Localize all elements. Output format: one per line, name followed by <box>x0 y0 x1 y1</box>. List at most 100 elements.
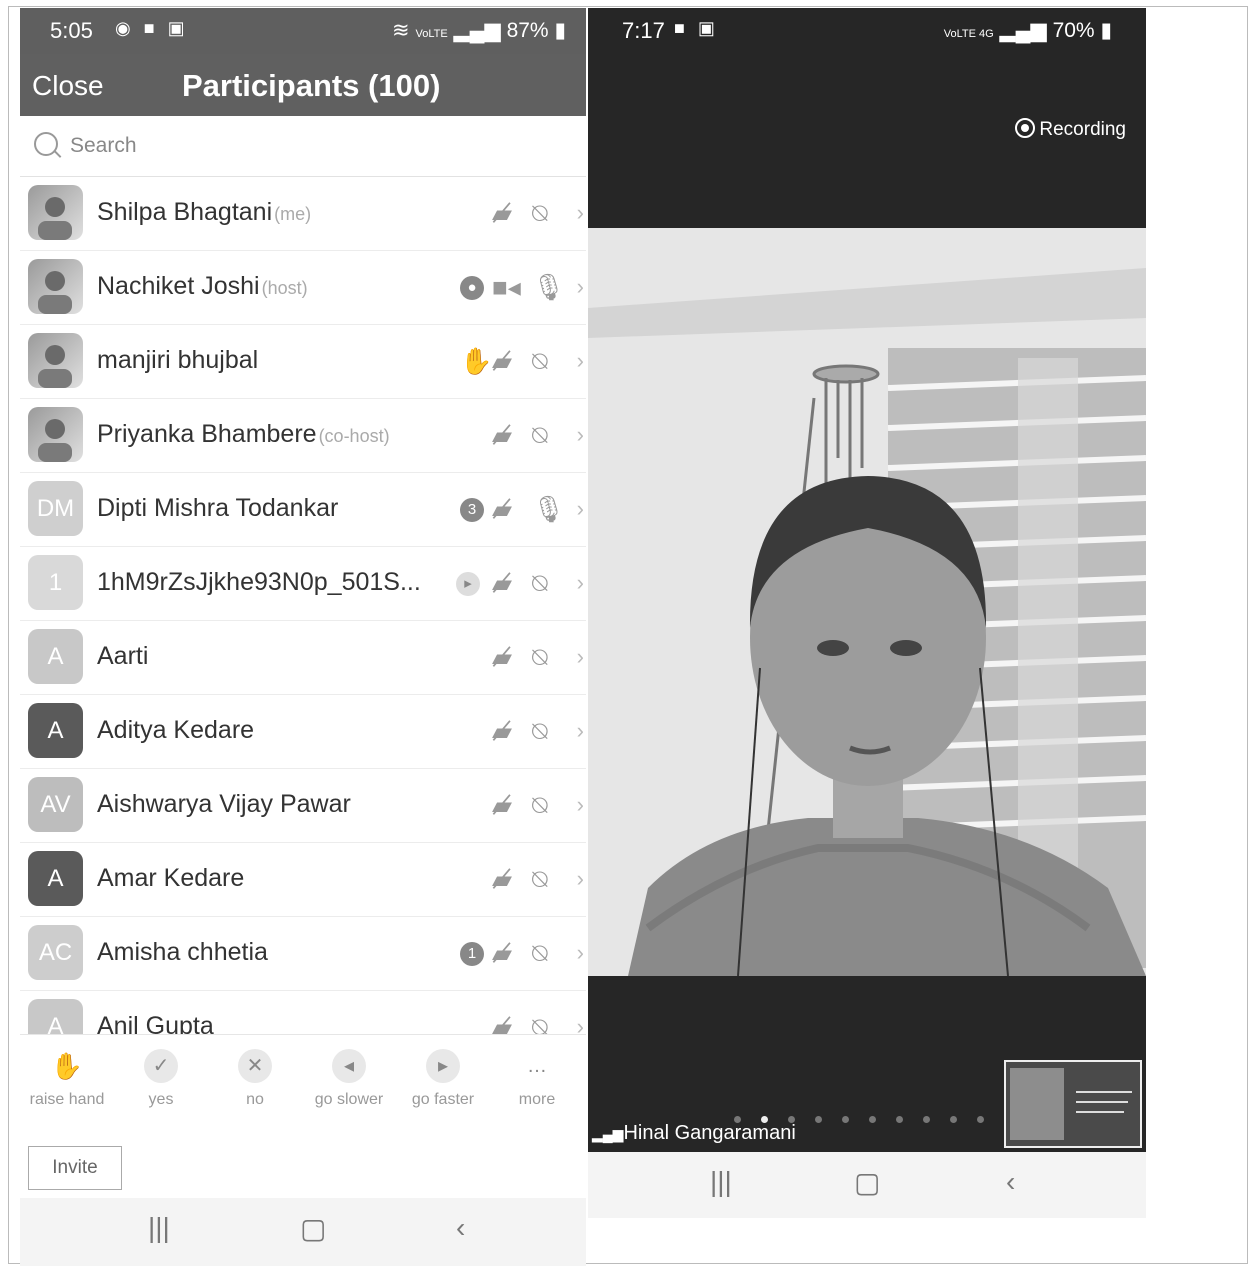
network-indicator: VoLTE 4G <box>943 28 994 40</box>
video-top-bar: 7:17 ■ ▣ VoLTE 4G ▂▄▆ 70% ▮ Recording <box>588 8 1146 228</box>
status-bar: 5:05 ◉ ■ ▣ ≋ VoLTE ▂▄▆ 87% ▮ <box>20 8 586 54</box>
participant-row[interactable]: Priyanka Bhambere (co-host) ▰̸ ⍉ › <box>20 398 586 473</box>
participant-row[interactable]: Shilpa Bhagtani (me) ▰̸ ⍉ › <box>20 176 586 251</box>
signal-icon: ▂▄▆ <box>999 19 1047 42</box>
battery-percent: 70% <box>1052 19 1095 42</box>
recording-icon: ● <box>460 276 484 300</box>
participant-row[interactable]: A Aditya Kedare ▰̸ ⍉ › <box>20 694 586 769</box>
notification-icons: ■ ▣ <box>674 18 719 38</box>
participant-row[interactable]: AC Amisha chhetia 1 ▰̸ ⍉ › <box>20 916 586 991</box>
notification-icons: ◉ ■ ▣ <box>115 18 189 38</box>
participant-name: Aarti <box>97 642 149 670</box>
back-icon[interactable]: ‹ <box>456 1212 465 1244</box>
page-dot[interactable] <box>977 1116 984 1123</box>
recording-icon <box>1015 118 1036 138</box>
mic-muted-icon: ⍉ <box>532 1012 548 1034</box>
video-off-icon: ▰̸ <box>492 864 512 894</box>
participant-row[interactable]: Nachiket Joshi (host) ● ■◂ 🎙︎ › <box>20 250 586 325</box>
participant-row[interactable]: 1 1hM9rZsJjkhe93N0p_501S... ▸ ▰̸ ⍉ › <box>20 546 586 621</box>
participant-list: Shilpa Bhagtani (me) ▰̸ ⍉ › Nachiket Joshi (ho… <box>20 176 586 1034</box>
participant-row[interactable]: manjiri bhujbal ✋ ▰̸ ⍉ › <box>20 324 586 399</box>
fast-forward-icon: ▸ <box>426 1049 460 1083</box>
back-icon[interactable]: ‹ <box>1006 1166 1015 1198</box>
invite-button[interactable]: Invite <box>28 1146 122 1190</box>
video-off-icon: ▰̸ <box>492 198 512 228</box>
video-off-icon: ▰̸ <box>492 346 512 376</box>
home-icon[interactable]: ▢ <box>300 1212 326 1245</box>
video-off-icon: ▰̸ <box>492 494 512 524</box>
toolbar-label: go slower <box>314 1091 384 1108</box>
recent-apps-icon[interactable]: ||| <box>148 1212 170 1244</box>
participant-name: Dipti Mishra Todankar <box>97 494 339 522</box>
page-dot[interactable] <box>869 1116 876 1123</box>
participant-name-wrap: Amisha chhetia <box>97 938 268 967</box>
participant-name: 1hM9rZsJjkhe93N0p_501S... <box>97 568 421 596</box>
page-dot[interactable] <box>950 1116 957 1123</box>
toolbar-label: no <box>246 1091 264 1108</box>
toolbar-more-button[interactable]: … more <box>490 1035 584 1109</box>
participant-row[interactable]: A Anil Gupta ▰̸ ⍉ › <box>20 990 586 1034</box>
video-off-icon: ▰̸ <box>492 938 512 968</box>
avatar: AV <box>28 777 83 832</box>
active-speaker-video[interactable] <box>588 228 1146 976</box>
video-bottom-bar: ▂▄▆Hinal Gangaramani <box>588 976 1146 1152</box>
toolbar-raise-hand-button[interactable]: ✋ raise hand <box>20 1035 114 1109</box>
recent-apps-icon[interactable]: ||| <box>710 1166 732 1198</box>
toolbar-go-slower-button[interactable]: ◂ go slower <box>302 1035 396 1109</box>
video-frame-illustration <box>588 228 1146 976</box>
reaction-toolbar: ✋ raise hand ✓ yes ✕ no ◂ go slower ▸ go faster … m… <box>20 1034 586 1135</box>
participant-name: Anil Gupta <box>97 1012 214 1034</box>
participant-name-wrap: Amar Kedare <box>97 864 244 893</box>
avatar <box>28 259 83 314</box>
toolbar-no-button[interactable]: ✕ no <box>208 1035 302 1109</box>
mic-on-icon: 🎙︎ <box>532 272 566 302</box>
page-dot[interactable] <box>896 1116 903 1123</box>
recording-indicator[interactable]: Recording <box>1015 118 1126 141</box>
participant-row[interactable]: A Amar Kedare ▰̸ ⍉ › <box>20 842 586 917</box>
participant-name: Amar Kedare <box>97 864 245 892</box>
home-icon[interactable]: ▢ <box>854 1166 880 1199</box>
page-dot[interactable] <box>923 1116 930 1123</box>
chevron-right-icon: › <box>576 718 584 743</box>
chevron-right-icon: › <box>576 200 584 225</box>
participant-status-icons: ▰̸ ⍉ › <box>456 176 586 250</box>
go-faster-icon: ▸ <box>456 572 480 596</box>
search-icon <box>34 132 58 156</box>
participant-name: Amisha chhetia <box>97 938 268 966</box>
speaker-name: Hinal Gangaramani <box>623 1122 796 1144</box>
video-off-icon: ▰̸ <box>492 642 512 672</box>
chat-count-badge: 3 <box>460 498 484 522</box>
participant-row[interactable]: A Aarti ▰̸ ⍉ › <box>20 620 586 695</box>
raised-hand-icon: ✋ <box>460 346 493 376</box>
page-dot[interactable] <box>815 1116 822 1123</box>
participant-name-wrap: Dipti Mishra Todankar <box>97 494 338 523</box>
toolbar-go-faster-button[interactable]: ▸ go faster <box>396 1035 490 1109</box>
thumbnail-video[interactable] <box>1004 1060 1142 1148</box>
search-input[interactable] <box>68 130 552 162</box>
status-time: 5:05 <box>50 18 93 43</box>
avatar: A <box>28 629 83 684</box>
chevron-right-icon: › <box>576 496 584 521</box>
x-icon: ✕ <box>238 1049 272 1083</box>
wifi-icon: ≋ <box>392 19 410 42</box>
toolbar-yes-button[interactable]: ✓ yes <box>114 1035 208 1109</box>
participant-row[interactable]: DM Dipti Mishra Todankar 3 ▰̸ 🎙︎ › <box>20 472 586 547</box>
chevron-right-icon: › <box>576 570 584 595</box>
chevron-right-icon: › <box>576 644 584 669</box>
participant-name: Shilpa Bhagtani <box>97 198 273 226</box>
page-dot[interactable] <box>842 1116 849 1123</box>
participant-row[interactable]: AV Aishwarya Vijay Pawar ▰̸ ⍉ › <box>20 768 586 843</box>
mic-muted-icon: ⍉ <box>532 938 548 968</box>
avatar <box>28 333 83 388</box>
speaker-label: ▂▄▆Hinal Gangaramani <box>592 1122 796 1145</box>
chevron-right-icon: › <box>576 940 584 965</box>
participant-name: manjiri bhujbal <box>97 346 259 374</box>
mic-muted-icon: ⍉ <box>532 790 548 820</box>
recording-label: Recording <box>1039 119 1126 140</box>
mic-muted-icon: ⍉ <box>532 568 548 598</box>
mic-on-icon: 🎙︎ <box>532 494 566 524</box>
close-button[interactable]: Close <box>32 70 104 102</box>
chevron-right-icon: › <box>576 792 584 817</box>
android-nav-bar: ||| ▢ ‹ <box>20 1198 586 1266</box>
mic-muted-icon: ⍉ <box>532 346 548 376</box>
